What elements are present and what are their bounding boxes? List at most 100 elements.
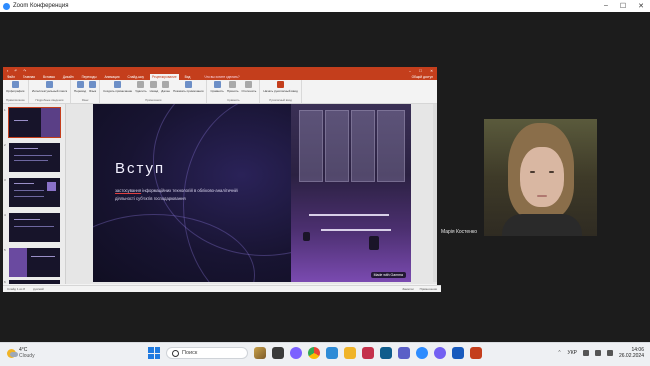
group-label-language: Язык: [81, 98, 89, 102]
app-red-icon[interactable]: [362, 347, 374, 359]
thumbnail-number: 2: [4, 143, 6, 147]
group-label-proofing: Правописание: [6, 98, 25, 102]
participant-shirt: [502, 214, 582, 236]
spelling-button[interactable]: Орфография: [6, 81, 24, 93]
search-icon: [172, 349, 179, 357]
reject-label: Отклонить: [241, 89, 257, 93]
window-pane: [325, 110, 349, 182]
word-icon[interactable]: [452, 347, 464, 359]
accept-icon: [229, 81, 237, 88]
language-label: Язык: [89, 89, 97, 93]
start-button[interactable]: [148, 347, 160, 359]
ribbon-group-comments: Создать примечание Удалить Назад Далее П…: [100, 80, 208, 103]
task-view-icon[interactable]: [272, 347, 284, 359]
accept-label: Принять: [226, 89, 239, 93]
start-inking-button[interactable]: Начать рукописный ввод: [263, 81, 298, 93]
smart-lookup-button[interactable]: Интеллектуальный поиск: [32, 81, 67, 93]
accept-button[interactable]: Принять: [227, 81, 239, 93]
thumbnail-number: 1: [4, 108, 6, 112]
language-button[interactable]: Язык: [89, 81, 96, 93]
delete-comment-button[interactable]: Удалить: [135, 81, 147, 93]
participant-name: Марія Костенко: [441, 229, 477, 235]
chair: [369, 236, 379, 250]
taskbar-search[interactable]: Поиск: [166, 347, 248, 359]
viber-icon[interactable]: [434, 347, 446, 359]
close-button[interactable]: ✕: [638, 2, 644, 10]
ppt-editor-area: 1 2 3 4 5 6 Вступ застосування інформаці…: [3, 104, 437, 284]
undo-icon[interactable]: ↶: [14, 69, 17, 73]
thumbnail-text: [31, 256, 55, 257]
maximize-button[interactable]: ☐: [620, 2, 626, 10]
participant-eye: [530, 171, 535, 173]
save-icon[interactable]: ▪: [7, 69, 8, 73]
chrome-icon[interactable]: [308, 347, 320, 359]
translate-button[interactable]: Перевод: [74, 81, 86, 93]
window-pane: [299, 110, 323, 182]
slide-thumbnail[interactable]: 6: [4, 280, 60, 284]
weather-text: 4°C Cloudy: [19, 347, 35, 359]
minimize-button[interactable]: –: [604, 2, 608, 10]
slide-counter: Слайд 1 из 8: [7, 287, 25, 291]
participant-video[interactable]: [484, 119, 597, 236]
show-comments-label: Показать примечания: [173, 89, 204, 93]
zoom-taskbar-icon[interactable]: [416, 347, 428, 359]
thumbnail-number: 4: [4, 213, 6, 217]
file-explorer-icon[interactable]: [344, 347, 356, 359]
slide-thumbnail[interactable]: 1: [4, 107, 61, 138]
group-label-comments: Примечания: [145, 98, 162, 102]
ribbon-group-language: Перевод Язык Язык: [71, 80, 101, 103]
eagle-app-icon[interactable]: [254, 347, 266, 359]
thumbnail-text: [14, 160, 48, 161]
language-status[interactable]: русский: [33, 287, 44, 291]
chair: [303, 232, 310, 241]
new-comment-button[interactable]: Создать примечание: [103, 81, 132, 93]
thumbnail-text: [14, 219, 40, 220]
compare-icon: [213, 81, 221, 88]
slide-thumbnails-pane: 1 2 3 4 5 6: [3, 104, 66, 284]
participant-lips: [537, 195, 547, 197]
thumbnail-image: [9, 248, 27, 277]
thumbnail-text: [14, 148, 38, 149]
weather-widget[interactable]: 4°C Cloudy: [7, 347, 35, 359]
slide-thumbnail[interactable]: 2: [4, 143, 60, 172]
show-comments-button[interactable]: Показать примечания: [173, 81, 203, 93]
volume-icon[interactable]: [594, 350, 601, 356]
notes-button[interactable]: Заметки: [402, 287, 413, 291]
delete-label: Удалить: [135, 89, 147, 93]
powerpoint-taskbar-icon[interactable]: [470, 347, 482, 359]
powerpoint-window: ▪ ↶ ↷ – ☐ ✕ Файл Главная Вставка Дизайн …: [3, 67, 441, 292]
ppt-close-icon[interactable]: ✕: [430, 69, 433, 73]
next-icon: [162, 81, 170, 88]
ppt-minimize-icon[interactable]: –: [409, 69, 411, 73]
ppt-maximize-icon[interactable]: ☐: [419, 69, 422, 73]
thumbnail-number: 5: [4, 248, 6, 252]
slide-thumbnail[interactable]: 4: [4, 213, 60, 242]
slide-thumbnail[interactable]: 3: [4, 178, 60, 207]
thumbnail-image: [41, 108, 60, 137]
slide-thumbnail[interactable]: 5: [4, 248, 60, 277]
chat-app-icon[interactable]: [290, 347, 302, 359]
taskbar-clock[interactable]: 14:06 26.02.2024: [619, 347, 644, 359]
compare-button[interactable]: Сравнить: [210, 81, 224, 93]
wifi-icon[interactable]: [582, 350, 589, 356]
comments-button[interactable]: Примечания: [420, 287, 437, 291]
smart-lookup-icon: [45, 81, 53, 88]
store-icon[interactable]: [380, 347, 392, 359]
previous-comment-button[interactable]: Назад: [150, 81, 158, 93]
zoom-logo-icon: [3, 2, 10, 10]
thumbnail-image: [47, 182, 56, 191]
teams-icon[interactable]: [398, 347, 410, 359]
battery-icon[interactable]: [606, 350, 613, 356]
made-with-gamma-badge[interactable]: Made with Gamma: [370, 272, 406, 278]
next-comment-button[interactable]: Далее: [161, 81, 170, 93]
current-slide[interactable]: Вступ застосування інформаційних техноло…: [93, 104, 411, 282]
tray-chevron-icon[interactable]: ⌃: [557, 350, 561, 356]
reject-button[interactable]: Отклонить: [241, 81, 257, 93]
thumbnail-text: [14, 183, 34, 184]
edge-icon[interactable]: [326, 347, 338, 359]
vertical-scrollbar[interactable]: [433, 104, 437, 282]
language-indicator[interactable]: УКР: [568, 350, 577, 356]
thumbnail-text: [14, 120, 28, 121]
redo-icon[interactable]: ↷: [23, 69, 26, 73]
window-pane: [351, 110, 375, 182]
